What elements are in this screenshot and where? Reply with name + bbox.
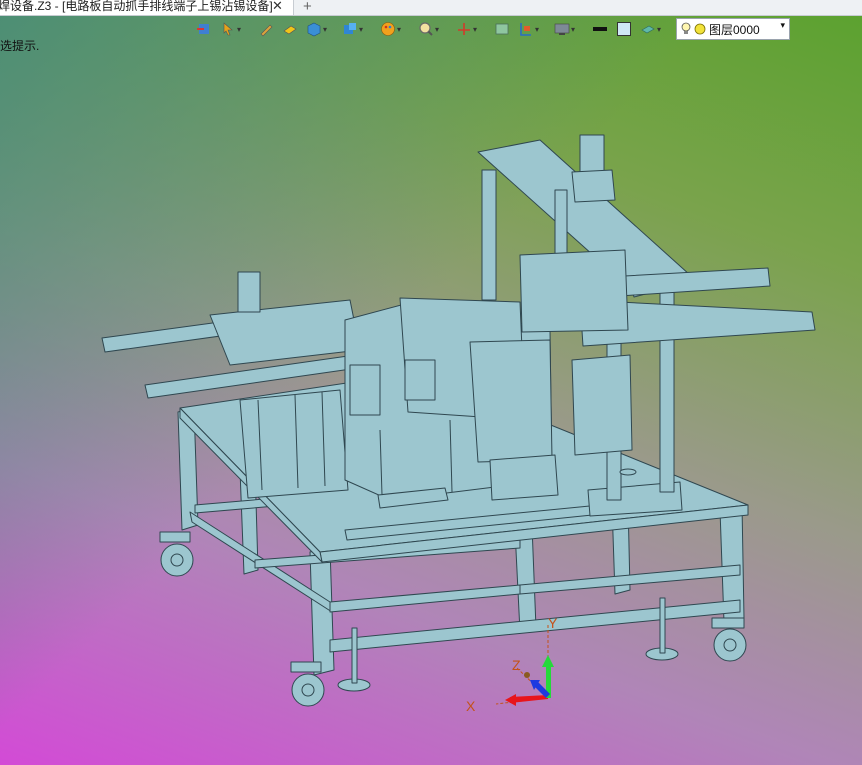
display-icon bbox=[554, 23, 570, 35]
new-tab-icon[interactable]: + bbox=[303, 0, 312, 15]
layer-name: 图层0000 bbox=[709, 22, 760, 37]
part-button[interactable]: ▾ bbox=[342, 19, 363, 39]
chevron-down-icon[interactable]: ▾ bbox=[780, 20, 785, 31]
material-button[interactable]: ▾ bbox=[640, 19, 661, 39]
line-color-swatch bbox=[593, 27, 607, 31]
zoom-icon bbox=[419, 22, 433, 36]
fill-color-swatch bbox=[617, 22, 631, 36]
align-button[interactable]: ▾ bbox=[518, 19, 539, 39]
select-button[interactable]: ▾ bbox=[220, 19, 241, 39]
cube-icon bbox=[307, 22, 321, 37]
chevron-down-icon[interactable]: ▾ bbox=[473, 25, 477, 34]
cad-model[interactable]: X Y Z bbox=[0, 0, 862, 765]
view-fit-button[interactable] bbox=[494, 19, 510, 39]
close-tab-icon[interactable]: ✕ bbox=[272, 0, 283, 12]
document-tab-bar: 焊设备.Z3 - [电路板自动抓手排线端子上锡沾锡设备] ✕ + bbox=[0, 0, 862, 16]
chevron-down-icon[interactable]: ▾ bbox=[657, 25, 661, 34]
shape-icon bbox=[283, 25, 297, 35]
chevron-down-icon[interactable]: ▾ bbox=[237, 25, 241, 34]
material-icon bbox=[641, 25, 655, 34]
sketch-button[interactable] bbox=[258, 19, 274, 39]
shape-button[interactable] bbox=[282, 19, 298, 39]
chevron-down-icon[interactable]: ▾ bbox=[359, 25, 363, 34]
chevron-down-icon[interactable]: ▾ bbox=[435, 25, 439, 34]
chevron-down-icon[interactable]: ▾ bbox=[571, 25, 575, 34]
datum-button[interactable]: ▾ bbox=[456, 19, 477, 39]
chevron-down-icon[interactable]: ▾ bbox=[323, 25, 327, 34]
layer-selector[interactable]: 图层0000 ▾ bbox=[676, 18, 790, 40]
solid-button[interactable]: ▾ bbox=[306, 19, 327, 39]
cursor-icon bbox=[223, 22, 233, 36]
chevron-down-icon[interactable]: ▾ bbox=[535, 25, 539, 34]
fill-color-button[interactable] bbox=[616, 19, 632, 39]
document-tab[interactable]: 焊设备.Z3 - [电路板自动抓手排线端子上锡沾锡设备] ✕ bbox=[0, 0, 294, 15]
palette-icon bbox=[381, 22, 395, 36]
pen-icon bbox=[260, 24, 273, 37]
axis-z-label: Z bbox=[512, 657, 521, 673]
axis-x-label: X bbox=[466, 698, 476, 714]
import-button[interactable] bbox=[196, 19, 212, 39]
layer-color-icon bbox=[694, 23, 706, 35]
lightbulb-icon bbox=[681, 22, 691, 34]
prompt-hint: 选提示. bbox=[0, 39, 40, 53]
screen-icon bbox=[495, 23, 509, 35]
align-icon bbox=[520, 23, 531, 36]
document-tab-title: 焊设备.Z3 - [电路板自动抓手排线端子上锡沾锡设备] bbox=[0, 0, 273, 13]
axis-icon bbox=[458, 23, 470, 35]
line-color-button[interactable] bbox=[592, 19, 608, 39]
zoom-button[interactable]: ▾ bbox=[418, 19, 439, 39]
display-mode-button[interactable]: ▾ bbox=[554, 19, 575, 39]
box-icon bbox=[344, 23, 356, 34]
axis-y-label: Y bbox=[548, 615, 558, 631]
appearance-button[interactable]: ▾ bbox=[380, 19, 401, 39]
import-icon bbox=[197, 24, 209, 34]
chevron-down-icon[interactable]: ▾ bbox=[397, 25, 401, 34]
